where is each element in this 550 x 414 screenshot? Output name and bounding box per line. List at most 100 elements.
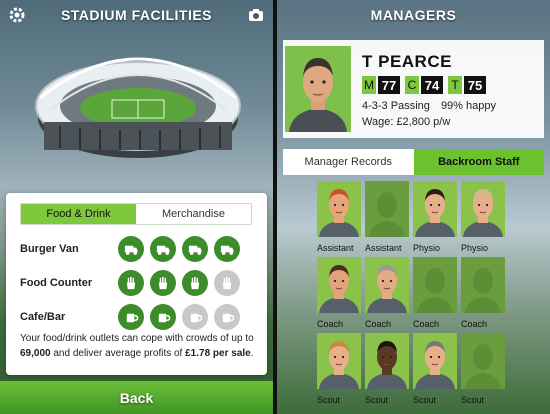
staff-role-label: Coach	[461, 319, 488, 329]
staff-card[interactable]: Assistant	[365, 181, 409, 253]
staff-portrait	[365, 333, 409, 389]
facility-row-cafe-bar: Cafe/Bar	[20, 302, 260, 332]
page-title: STADIUM FACILITIES	[60, 7, 213, 23]
staff-portrait	[317, 333, 361, 389]
manager-tabs: Manager Records Backroom Staff	[283, 149, 544, 175]
facility-slot[interactable]	[214, 304, 240, 330]
rating-value-m: 77	[378, 76, 400, 94]
manager-wage: Wage: £2,800 p/w	[362, 116, 451, 128]
facility-label: Burger Van	[20, 243, 79, 255]
stadium-facilities-screen: STADIUM FACILITIES Food & Drink Merchand…	[0, 0, 273, 414]
rating-value-t: 75	[464, 76, 486, 94]
managers-screen: MANAGERS T PEARCE M 77 C 74 T 75 4-3-3 P…	[277, 0, 550, 414]
tab-merchandise[interactable]: Merchandise	[136, 204, 251, 224]
page-title: MANAGERS	[370, 7, 457, 23]
staff-portrait	[365, 257, 409, 313]
staff-role-label: Physio	[461, 243, 489, 253]
facility-slots	[118, 270, 240, 296]
staff-card[interactable]: Scout	[413, 333, 457, 405]
facility-label: Food Counter	[20, 277, 93, 289]
empty-staff-silhouette	[413, 257, 457, 313]
staff-card[interactable]: Physio	[413, 181, 457, 253]
van-icon	[156, 245, 170, 255]
manager-tactics: 4-3-3 Passing	[362, 100, 430, 112]
rating-key-m: M	[362, 76, 376, 94]
staff-role-label: Coach	[365, 319, 392, 329]
staff-card[interactable]: Scout	[461, 333, 505, 405]
staff-role-label: Assistant	[317, 243, 354, 253]
facility-slot[interactable]	[150, 270, 176, 296]
staff-portrait	[413, 181, 457, 237]
manager-card: T PEARCE M 77 C 74 T 75 4-3-3 Passing 99…	[283, 40, 544, 138]
van-icon	[124, 245, 138, 255]
manager-tactics-line: 4-3-3 Passing 99% happy	[362, 100, 496, 112]
fries-icon	[190, 276, 199, 289]
stadium-illustration	[35, 57, 241, 158]
rating-value-c: 74	[421, 76, 443, 94]
staff-role-label: Scout	[317, 395, 341, 405]
facility-slot[interactable]	[150, 236, 176, 262]
facilities-summary: Your food/drink outlets can cope with cr…	[20, 333, 254, 359]
mug-icon	[222, 313, 234, 322]
staff-card[interactable]: Coach	[461, 257, 505, 329]
rating-key-c: C	[405, 76, 419, 94]
staff-card[interactable]: Coach	[413, 257, 457, 329]
empty-staff-silhouette	[365, 181, 409, 237]
staff-role-label: Scout	[413, 395, 437, 405]
facility-slot[interactable]	[118, 270, 144, 296]
tab-backroom-staff[interactable]: Backroom Staff	[413, 149, 544, 175]
staff-role-label: Coach	[317, 319, 344, 329]
staff-card[interactable]: Physio	[461, 181, 505, 253]
staff-role-label: Assistant	[365, 243, 402, 253]
empty-staff-silhouette	[461, 257, 505, 313]
fries-icon	[158, 276, 167, 289]
settings-gear-icon[interactable]	[8, 6, 26, 24]
facility-row-food-counter: Food Counter	[20, 268, 260, 298]
facilities-card: Food & Drink Merchandise Burger Van Food…	[6, 193, 267, 375]
staff-role-label: Physio	[413, 243, 441, 253]
staff-role-label: Scout	[365, 395, 389, 405]
average-profit: £1.78 per sale	[185, 348, 251, 359]
facility-row-burger-van: Burger Van	[20, 234, 260, 264]
facility-slot[interactable]	[214, 270, 240, 296]
facility-slot[interactable]	[182, 304, 208, 330]
staff-portrait	[317, 257, 361, 313]
fries-icon	[126, 276, 135, 289]
facility-slot[interactable]	[150, 304, 176, 330]
staff-card[interactable]: Coach	[365, 257, 409, 329]
back-button[interactable]: Back	[0, 381, 273, 414]
van-icon	[220, 245, 234, 255]
tab-manager-records[interactable]: Manager Records	[283, 149, 414, 175]
staff-portrait	[461, 181, 505, 237]
facility-slot[interactable]	[182, 270, 208, 296]
facility-type-tabs: Food & Drink Merchandise	[20, 203, 252, 225]
facility-slot[interactable]	[118, 236, 144, 262]
mug-icon	[158, 313, 170, 322]
mug-icon	[126, 313, 138, 322]
staff-card[interactable]: Scout	[317, 333, 361, 405]
rating-key-t: T	[448, 76, 462, 94]
staff-role-label: Coach	[413, 319, 440, 329]
manager-happiness: 99% happy	[440, 100, 496, 112]
crowd-capacity: 69,000	[20, 348, 51, 359]
staff-card[interactable]: Coach	[317, 257, 361, 329]
mug-icon	[190, 313, 202, 322]
staff-card[interactable]: Scout	[365, 333, 409, 405]
facility-slots	[118, 236, 240, 262]
stadium-facilities-header: STADIUM FACILITIES	[0, 0, 273, 30]
empty-staff-silhouette	[461, 333, 505, 389]
facility-slot[interactable]	[214, 236, 240, 262]
facility-label: Cafe/Bar	[20, 311, 66, 323]
managers-header: MANAGERS	[277, 0, 550, 30]
camera-icon[interactable]	[247, 6, 265, 24]
manager-portrait	[285, 46, 351, 132]
facility-slots	[118, 304, 240, 330]
facility-slot[interactable]	[118, 304, 144, 330]
staff-role-label: Scout	[461, 395, 485, 405]
manager-name: T PEARCE	[362, 52, 452, 71]
staff-card[interactable]: Assistant	[317, 181, 361, 253]
tab-food-drink[interactable]: Food & Drink	[21, 204, 136, 224]
facility-slot[interactable]	[182, 236, 208, 262]
staff-portrait	[413, 333, 457, 389]
staff-portrait	[317, 181, 361, 237]
